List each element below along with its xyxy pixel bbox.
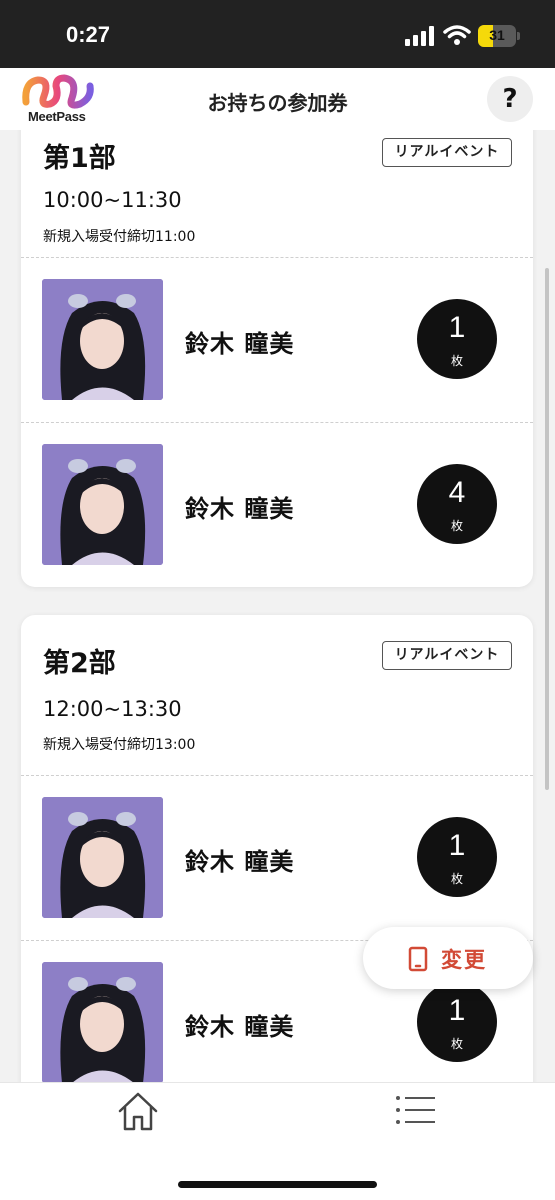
change-button[interactable]: 変更: [363, 927, 533, 989]
member-name: 鈴木 瞳美: [185, 1013, 295, 1041]
ticket-unit: 枚: [450, 354, 463, 368]
home-indicator: [178, 1181, 377, 1188]
member-photo: [42, 962, 163, 1082]
member-photo: [42, 797, 163, 918]
status-bar: 0:27 31: [0, 0, 555, 68]
ticket-count-badge: 4 枚: [417, 464, 497, 544]
member-photo: [42, 279, 163, 400]
wifi-icon: [443, 25, 471, 45]
ticket-unit: 枚: [450, 872, 463, 886]
scrollbar[interactable]: [545, 268, 549, 790]
event-type-badge: リアルイベント: [382, 641, 512, 670]
session-time: 10:00~11:30: [43, 188, 182, 212]
list-item[interactable]: 鈴木 瞳美 1 枚: [21, 257, 533, 422]
list-item[interactable]: 鈴木 瞳美 1 枚: [21, 775, 533, 940]
list-item[interactable]: 鈴木 瞳美 4 枚: [21, 422, 533, 587]
ticket-count: 4: [448, 476, 466, 509]
ticket-count: 1: [448, 994, 466, 1027]
ticket-count: 1: [448, 311, 466, 344]
status-time: 0:27: [66, 22, 111, 47]
member-name: 鈴木 瞳美: [185, 848, 295, 876]
app-header: MeetPass お持ちの参加券 ?: [0, 68, 555, 130]
session-time: 12:00~13:30: [43, 697, 182, 721]
ticket-count-badge: 1 枚: [417, 982, 497, 1062]
battery-level: 31: [489, 27, 505, 43]
entry-deadline: 新規入場受付締切13:00: [43, 737, 196, 753]
event-type-badge: リアルイベント: [382, 138, 512, 167]
member-photo: [42, 444, 163, 565]
bottom-nav: [0, 1082, 555, 1200]
entry-deadline: 新規入場受付締切11:00: [43, 229, 196, 245]
session-part: 第1部: [43, 143, 116, 174]
menu-icon[interactable]: [395, 1095, 437, 1125]
phone-icon: [408, 946, 428, 972]
ticket-count-badge: 1 枚: [417, 299, 497, 379]
home-icon[interactable]: [116, 1089, 160, 1133]
help-button[interactable]: ?: [487, 76, 533, 122]
signal-icon: [405, 26, 434, 46]
change-button-label: 変更: [441, 948, 487, 972]
member-name: 鈴木 瞳美: [185, 330, 295, 358]
member-name: 鈴木 瞳美: [185, 495, 295, 523]
session-card: 第1部 リアルイベント 10:00~11:30 新規入場受付締切11:00 鈴木…: [21, 130, 533, 587]
ticket-count-badge: 1 枚: [417, 817, 497, 897]
ticket-count: 1: [448, 829, 466, 862]
ticket-unit: 枚: [450, 1037, 463, 1051]
session-part: 第2部: [43, 648, 116, 679]
session-card: 第2部 リアルイベント 12:00~13:30 新規入場受付締切13:00 鈴木…: [21, 615, 533, 1082]
battery-icon: 31: [478, 25, 516, 47]
page-title: お持ちの参加券: [207, 91, 348, 115]
ticket-unit: 枚: [450, 519, 463, 533]
